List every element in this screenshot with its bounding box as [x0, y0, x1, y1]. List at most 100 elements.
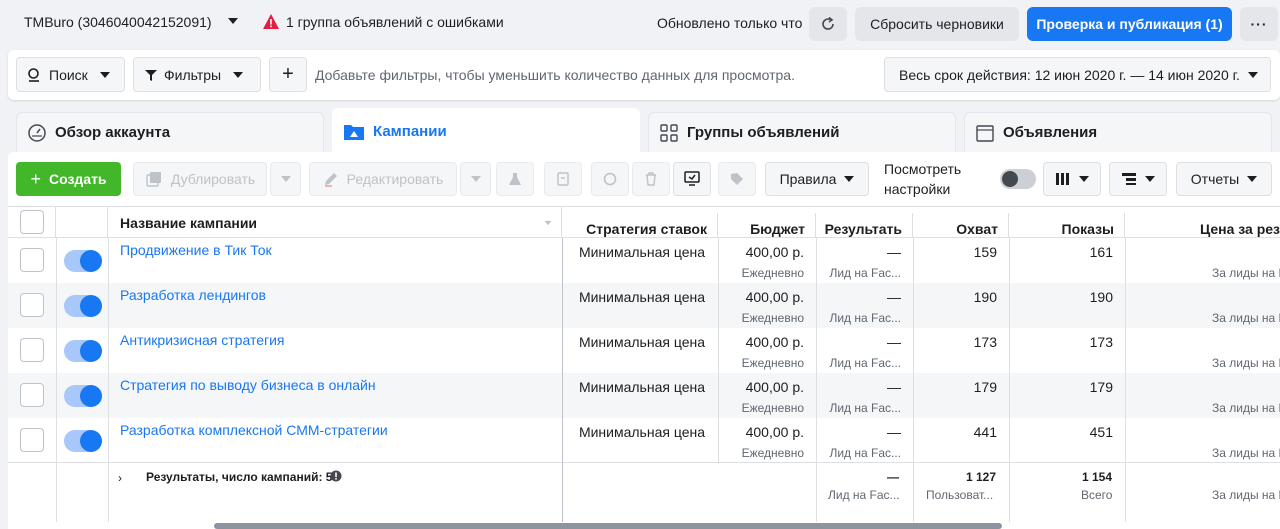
columns-icon: [1056, 173, 1069, 185]
horizontal-scrollbar[interactable]: [214, 523, 1002, 529]
table-row[interactable]: Разработка комплексной СММ-стратегии Мин…: [8, 418, 1280, 463]
campaign-toggle[interactable]: [64, 340, 102, 362]
ab-test-button[interactable]: [496, 162, 534, 196]
duplicate-icon: [146, 172, 161, 187]
delete-button[interactable]: [632, 162, 670, 196]
table-row[interactable]: Стратегия по выводу бизнеса в онлайн Мин…: [8, 373, 1280, 418]
select-all-checkbox[interactable]: [20, 210, 44, 234]
bid-strategy: Минимальная цена: [578, 244, 705, 260]
plus-icon: +: [30, 168, 41, 189]
edit-dropdown[interactable]: [460, 162, 491, 196]
summary-cost-type: За лиды на F: [1212, 488, 1280, 502]
warning-icon: [263, 14, 279, 29]
search-icon: [28, 67, 39, 82]
circle-icon: [603, 172, 617, 186]
error-notice[interactable]: 1 группа объявлений с ошибками: [286, 14, 504, 30]
campaigns-panel: + Создать Дублировать Редактировать Прав…: [8, 152, 1280, 529]
refresh-button[interactable]: [809, 7, 847, 41]
archive-button[interactable]: [544, 162, 582, 196]
columns-button[interactable]: [1043, 162, 1101, 196]
tag-icon: [731, 173, 743, 185]
row-checkbox[interactable]: [20, 338, 44, 362]
campaign-toggle[interactable]: [64, 385, 102, 407]
reports-button[interactable]: Отчеты: [1176, 162, 1272, 196]
table-header: Название кампании Стратегия ставок Бюдже…: [8, 206, 1280, 244]
row-checkbox[interactable]: [20, 428, 44, 452]
campaign-toggle[interactable]: [64, 430, 102, 452]
breakdown-button[interactable]: [1109, 162, 1167, 196]
budget-value[interactable]: 400,00 р.: [746, 379, 804, 395]
chevron-down-icon[interactable]: [228, 18, 238, 24]
sort-icon[interactable]: [544, 220, 552, 226]
campaign-name-link[interactable]: Стратегия по выводу бизнеса в онлайн: [120, 377, 376, 393]
bid-strategy: Минимальная цена: [578, 424, 705, 440]
divider: [718, 238, 719, 462]
chevron-down-icon: [1248, 71, 1258, 78]
discard-drafts-button[interactable]: Сбросить черновики: [855, 7, 1019, 41]
review-publish-button[interactable]: Проверка и публикация (1): [1027, 7, 1232, 41]
budget-value[interactable]: 400,00 р.: [746, 289, 804, 305]
filter-hint[interactable]: Добавьте фильтры, чтобы уменьшить количе…: [315, 67, 795, 83]
header-result-label: Результать: [824, 220, 902, 237]
filters-button[interactable]: Фильтры: [133, 57, 261, 92]
cost-type: За лиды на F: [1212, 446, 1280, 460]
impressions-value: 190: [1089, 289, 1113, 305]
budget-value[interactable]: 400,00 р.: [746, 424, 804, 440]
budget-period: Ежедневно: [741, 311, 804, 325]
budget-value[interactable]: 400,00 р.: [746, 244, 804, 260]
summary-row: › Результаты, число кампаний: 5 — Лид на …: [8, 462, 1280, 522]
campaign-name-link[interactable]: Антикризисная стратегия: [120, 332, 285, 348]
header-reach-label: Охват: [956, 220, 998, 237]
pause-button[interactable]: [591, 162, 629, 196]
budget-period: Ежедневно: [741, 446, 804, 460]
rules-button[interactable]: Правила: [765, 162, 869, 196]
divider: [56, 238, 57, 522]
trash-icon: [646, 172, 656, 186]
search-button[interactable]: Поиск: [16, 57, 125, 92]
budget-value[interactable]: 400,00 р.: [746, 334, 804, 350]
campaign-name-link[interactable]: Продвижение в Тик Ток: [120, 242, 272, 258]
table-row[interactable]: Разработка лендингов Минимальная цена 40…: [8, 283, 1280, 328]
duplicate-button[interactable]: Дублировать: [133, 162, 267, 196]
tab-account-overview[interactable]: Обзор аккаунта: [16, 112, 324, 152]
preview-button[interactable]: [673, 162, 711, 196]
updated-status: Обновлено только что: [657, 15, 803, 31]
campaign-name-link[interactable]: Разработка комплексной СММ-стратегии: [120, 422, 388, 438]
row-checkbox[interactable]: [20, 248, 44, 272]
add-filter-button[interactable]: +: [269, 57, 307, 92]
summary-result-type: Лид на Fac...: [828, 488, 900, 502]
info-icon[interactable]: [330, 470, 342, 482]
header-name-label: Название кампании: [120, 214, 258, 231]
table-row[interactable]: Антикризисная стратегия Минимальная цена…: [8, 328, 1280, 373]
create-button[interactable]: + Создать: [16, 162, 121, 196]
header-toggle-cell: [56, 207, 108, 238]
table-row[interactable]: Продвижение в Тик Ток Минимальная цена 4…: [8, 238, 1280, 283]
reach-value: 441: [973, 424, 997, 440]
expand-icon[interactable]: ›: [118, 471, 122, 485]
campaign-toggle[interactable]: [64, 295, 102, 317]
date-range-picker[interactable]: Весь срок действия: 12 июн 2020 г. — 14 …: [884, 57, 1271, 92]
tab-ad-sets[interactable]: Группы объявлений: [648, 112, 956, 152]
tag-button[interactable]: [718, 162, 756, 196]
impressions-value: 179: [1089, 379, 1113, 395]
edit-button[interactable]: Редактировать: [309, 162, 457, 196]
edit-label: Редактировать: [346, 171, 444, 187]
account-selector[interactable]: TMBuro (3046040042152091): [24, 14, 212, 30]
campaign-name-link[interactable]: Разработка лендингов: [120, 287, 266, 303]
header-name[interactable]: Название кампании: [108, 207, 562, 238]
preview-icon: [684, 171, 700, 186]
view-settings-toggle[interactable]: [1000, 169, 1036, 189]
tab-ads[interactable]: Объявления: [964, 112, 1272, 152]
campaign-toggle[interactable]: [64, 250, 102, 272]
filter-icon: [145, 69, 157, 81]
bid-strategy: Минимальная цена: [578, 289, 705, 305]
result-type: Лид на Fac...: [829, 266, 901, 280]
reach-value: 159: [973, 244, 997, 260]
tab-campaigns[interactable]: Кампании: [332, 108, 640, 154]
result-type: Лид на Fac...: [829, 401, 901, 415]
duplicate-dropdown[interactable]: [270, 162, 301, 196]
row-checkbox[interactable]: [20, 293, 44, 317]
ad-icon: [976, 124, 994, 142]
row-checkbox[interactable]: [20, 383, 44, 407]
more-options-button[interactable]: ···: [1240, 7, 1278, 41]
